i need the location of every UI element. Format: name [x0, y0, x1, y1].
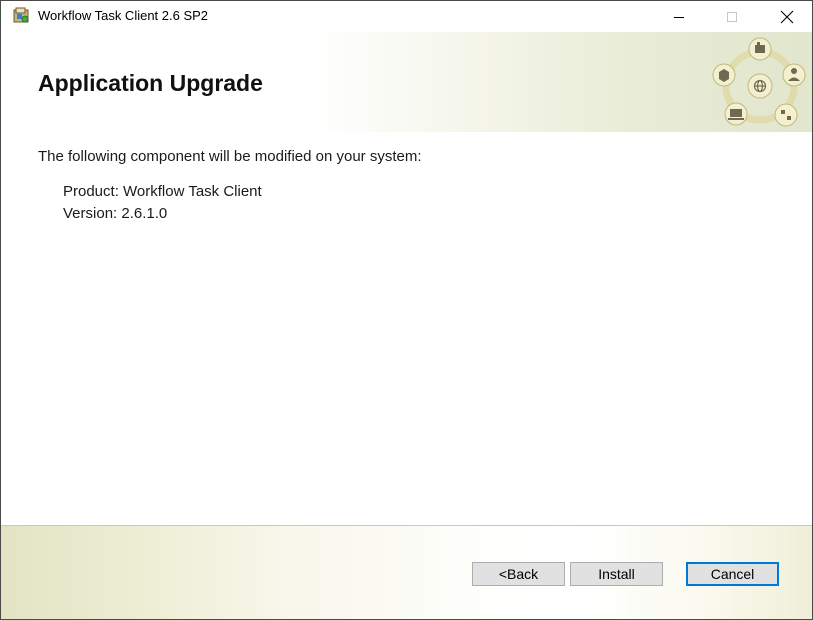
title-bar[interactable]: Workflow Task Client 2.6 SP2	[1, 1, 812, 32]
page-title: Application Upgrade	[38, 70, 263, 96]
close-button[interactable]	[764, 1, 810, 32]
close-icon	[780, 10, 794, 23]
window-title: Workflow Task Client 2.6 SP2	[38, 8, 209, 23]
wizard-content: The following component will be modified…	[1, 132, 812, 525]
maximize-button[interactable]	[709, 1, 755, 32]
installer-package-icon	[13, 7, 30, 24]
wizard-header: Application Upgrade	[1, 32, 812, 132]
back-button[interactable]: <Back	[472, 562, 565, 586]
intro-text: The following component will be modified…	[38, 148, 422, 165]
network-components-logo	[712, 37, 806, 127]
maximize-icon	[727, 11, 737, 22]
wizard-footer: <Back Install Cancel	[1, 525, 812, 619]
install-button[interactable]: Install	[570, 562, 663, 586]
cancel-button[interactable]: Cancel	[686, 562, 779, 586]
version-text: Version: 2.6.1.0	[63, 205, 168, 222]
product-text: Product: Workflow Task Client	[63, 183, 262, 200]
minimize-icon	[674, 16, 684, 18]
minimize-button[interactable]	[656, 1, 702, 32]
installer-window: Workflow Task Client 2.6 SP2 Application…	[0, 0, 813, 620]
